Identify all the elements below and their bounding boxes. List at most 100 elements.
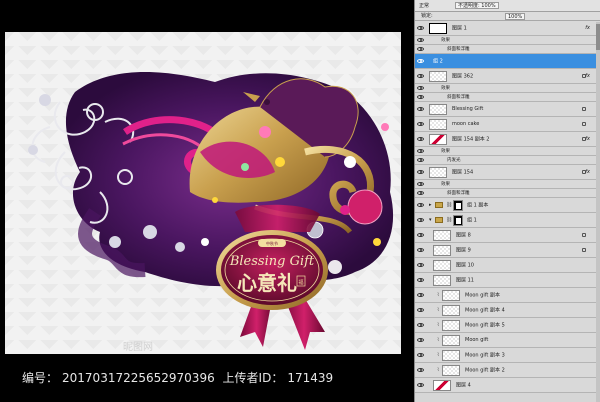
layer-row[interactable]: 图层 154 fx — [415, 165, 600, 180]
visibility-eye-icon[interactable] — [417, 278, 424, 282]
fx-icon[interactable]: fx — [585, 136, 590, 142]
layer-mask-thumbnail[interactable] — [453, 200, 463, 211]
artwork-canvas[interactable]: 中秋节 Blessing Gift 心意礼 福 昵图网 — [5, 32, 401, 354]
panel-scrollbar-thumb[interactable] — [596, 24, 600, 50]
layer-row[interactable]: 图层 154 副本 2 fx — [415, 132, 600, 147]
layer-effect-row[interactable]: 效果 — [415, 147, 600, 156]
layer-thumbnail[interactable] — [442, 365, 460, 376]
layer-row[interactable]: 图层 4 — [415, 378, 600, 393]
folder-icon — [435, 217, 443, 223]
layer-thumbnail[interactable] — [433, 380, 451, 391]
visibility-eye-icon[interactable] — [417, 383, 424, 387]
group-toggle-icon[interactable]: ▸ — [429, 202, 432, 208]
layer-thumbnail[interactable] — [433, 245, 451, 256]
layer-row[interactable]: 图层 11 — [415, 273, 600, 288]
visibility-eye-icon[interactable] — [417, 74, 424, 78]
visibility-eye-icon[interactable] — [417, 59, 424, 63]
visibility-eye-icon[interactable] — [417, 323, 424, 327]
lock-icon — [582, 233, 586, 237]
layer-thumbnail[interactable] — [442, 305, 460, 316]
visibility-eye-icon[interactable] — [417, 137, 424, 141]
layer-mask-thumbnail[interactable] — [453, 215, 463, 226]
layer-thumbnail[interactable] — [442, 290, 460, 301]
layer-row[interactable]: ⌇ Moon gift — [415, 333, 600, 348]
visibility-eye-icon[interactable] — [417, 26, 424, 30]
visibility-eye-icon[interactable] — [417, 248, 424, 252]
layer-thumbnail[interactable] — [433, 260, 451, 271]
layer-thumbnail[interactable] — [429, 167, 447, 178]
layer-row[interactable]: 组 2 — [415, 54, 600, 69]
visibility-eye-icon[interactable] — [417, 233, 424, 237]
layer-row[interactable]: ⌇ Moon gift 副本 — [415, 288, 600, 303]
clip-indicator-icon: ⌇ — [437, 292, 440, 298]
visibility-eye-icon[interactable] — [417, 218, 424, 222]
layer-thumbnail[interactable] — [429, 119, 447, 130]
visibility-eye-icon[interactable] — [417, 122, 424, 126]
layer-thumbnail[interactable] — [433, 275, 451, 286]
layer-effect-row[interactable]: 效果 — [415, 180, 600, 189]
layer-row[interactable]: ⌇ Moon gift 副本 3 — [415, 348, 600, 363]
fx-icon[interactable]: fx — [585, 169, 590, 175]
layer-name: 斜面和浮雕 — [447, 95, 470, 100]
layer-row[interactable]: 图层 362 fx — [415, 69, 600, 84]
layer-name: 图层 9 — [456, 247, 471, 254]
layer-row[interactable]: ⌇ Moon gift 副本 4 — [415, 303, 600, 318]
visibility-eye-icon[interactable] — [417, 170, 424, 174]
layer-effect-row[interactable]: 效果 — [415, 36, 600, 45]
layer-name: 组 1 副本 — [467, 202, 489, 209]
layer-effect-row[interactable]: 斜面和浮雕 — [415, 45, 600, 54]
layer-name: 图层 8 — [456, 232, 471, 239]
layer-name: 组 1 — [467, 217, 477, 224]
layer-effect-row[interactable]: 内发光 — [415, 156, 600, 165]
visibility-eye-icon[interactable] — [417, 47, 424, 51]
fx-icon[interactable]: fx — [585, 73, 590, 79]
blend-mode-select[interactable]: 正常 — [419, 2, 429, 9]
layer-effect-row[interactable]: 斜面和浮雕 — [415, 93, 600, 102]
visibility-eye-icon[interactable] — [417, 149, 424, 153]
layer-row[interactable]: moon cake — [415, 117, 600, 132]
visibility-eye-icon[interactable] — [417, 191, 424, 195]
layer-thumbnail[interactable] — [442, 335, 460, 346]
layer-effect-row[interactable]: 斜面和浮雕 — [415, 189, 600, 198]
layer-row[interactable]: 图层 8 — [415, 228, 600, 243]
layer-thumbnail[interactable] — [442, 320, 460, 331]
layer-thumbnail[interactable] — [429, 23, 447, 34]
layer-thumbnail[interactable] — [429, 71, 447, 82]
layer-group-row[interactable]: ▾ ⛓ 组 1 — [415, 213, 600, 228]
visibility-eye-icon[interactable] — [417, 308, 424, 312]
layer-thumbnail[interactable] — [429, 104, 447, 115]
layer-row[interactable]: Blessing Gift — [415, 102, 600, 117]
visibility-eye-icon[interactable] — [417, 368, 424, 372]
group-toggle-icon[interactable]: ▾ — [429, 217, 432, 223]
visibility-eye-icon[interactable] — [417, 38, 424, 42]
layer-row[interactable]: ⌇ Moon gift 副本 2 — [415, 363, 600, 378]
clip-indicator-icon: ⌇ — [437, 367, 440, 373]
visibility-eye-icon[interactable] — [417, 338, 424, 342]
panel-scrollbar[interactable] — [596, 22, 600, 402]
panel-header: 正常 不透明度: 100% — [415, 0, 600, 12]
layer-thumbnail[interactable] — [433, 230, 451, 241]
layer-thumbnail[interactable] — [442, 350, 460, 361]
visibility-eye-icon[interactable] — [417, 203, 424, 207]
opacity-field[interactable]: 不透明度: 100% — [455, 2, 499, 9]
fx-icon[interactable]: fx — [585, 25, 590, 31]
layer-name: 图层 11 — [456, 277, 474, 284]
visibility-eye-icon[interactable] — [417, 263, 424, 267]
visibility-eye-icon[interactable] — [417, 158, 424, 162]
visibility-eye-icon[interactable] — [417, 353, 424, 357]
panel-lock-bar: 锁定: 100% — [415, 12, 600, 21]
fill-field[interactable]: 100% — [505, 13, 526, 20]
layer-row[interactable]: 图层 10 — [415, 258, 600, 273]
layer-row[interactable]: ⌇ Moon gift 副本 5 — [415, 318, 600, 333]
layer-effect-row[interactable]: 效果 — [415, 84, 600, 93]
visibility-eye-icon[interactable] — [417, 293, 424, 297]
lock-icon — [582, 248, 586, 252]
visibility-eye-icon[interactable] — [417, 107, 424, 111]
layer-thumbnail[interactable] — [429, 134, 447, 145]
layer-group-row[interactable]: ▸ ⛓ 组 1 副本 — [415, 198, 600, 213]
visibility-eye-icon[interactable] — [417, 86, 424, 90]
visibility-eye-icon[interactable] — [417, 182, 424, 186]
layer-row[interactable]: 图层 9 — [415, 243, 600, 258]
layer-row[interactable]: 图层 1 fx — [415, 21, 600, 36]
visibility-eye-icon[interactable] — [417, 95, 424, 99]
